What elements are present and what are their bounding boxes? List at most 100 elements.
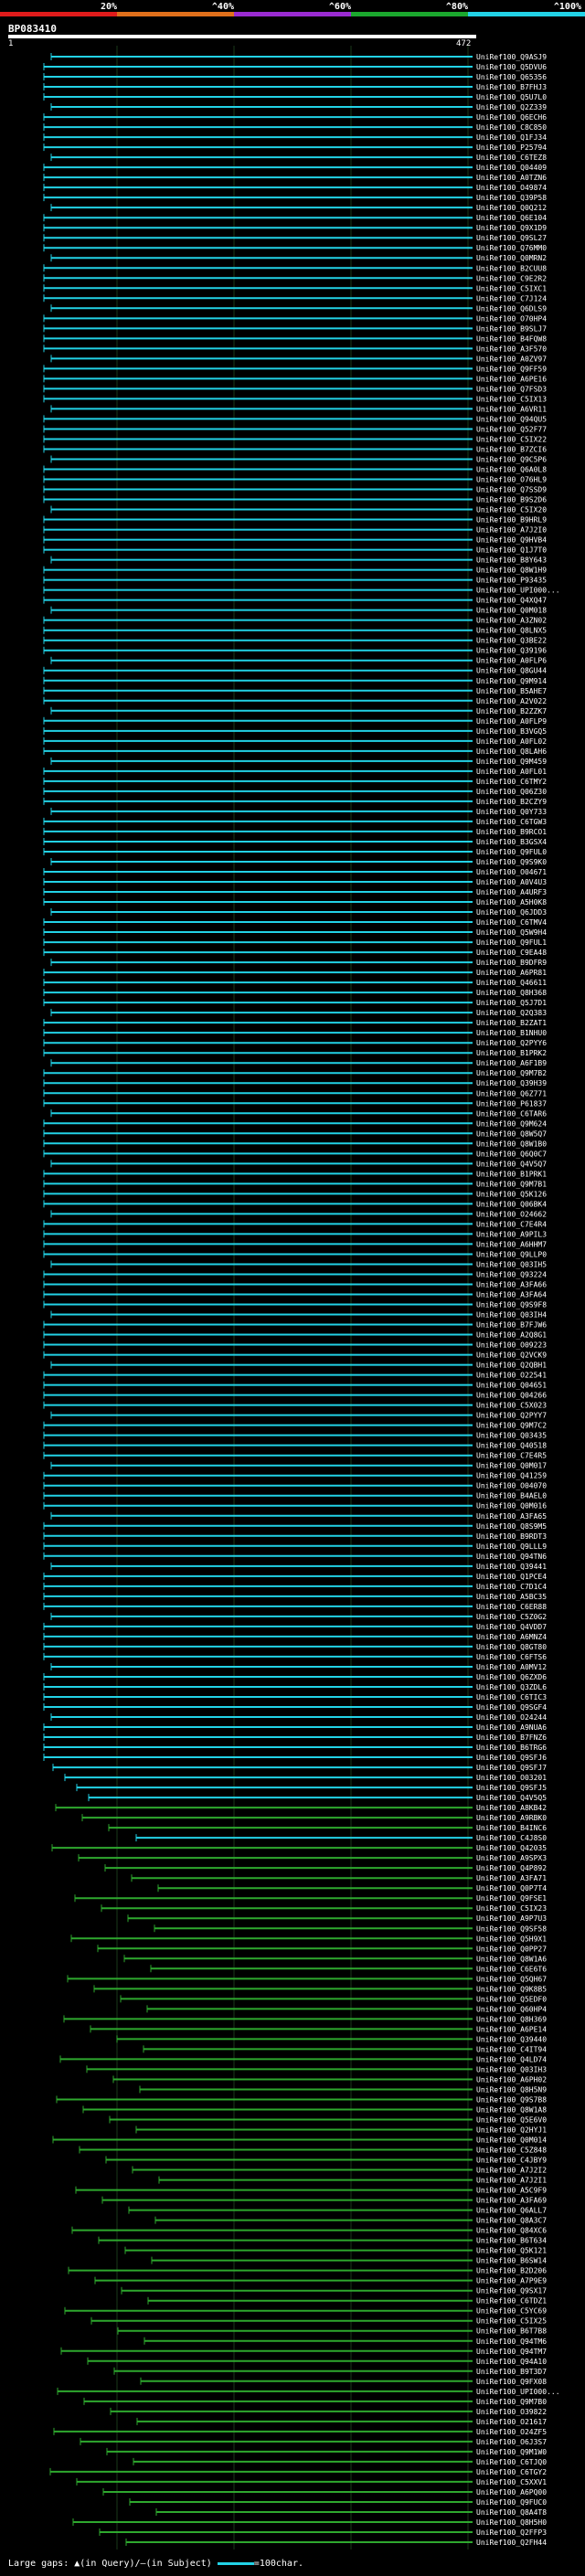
hit-label[interactable]: UniRef100_C5IX22 (476, 435, 547, 443)
hit-label[interactable]: UniRef100_Q39441 (476, 1563, 547, 1571)
hit-label[interactable]: UniRef100_A0MV12 (476, 1663, 547, 1671)
hit-label[interactable]: UniRef100_Q94TN6 (476, 1553, 547, 1561)
hit-label[interactable]: UniRef100_C5XXV1 (476, 2478, 547, 2486)
hit-label[interactable]: UniRef100_Q5DVU6 (476, 63, 547, 71)
hit-label[interactable]: UniRef100_Q8H369 (476, 2015, 547, 2023)
hit-label[interactable]: UniRef100_C6ER88 (476, 1603, 547, 1611)
hit-label[interactable]: UniRef100_B1PRK1 (476, 1170, 547, 1178)
hit-label[interactable]: UniRef100_B7FHJ3 (476, 83, 547, 91)
hit-label[interactable]: UniRef100_A3F570 (476, 345, 547, 353)
hit-label[interactable]: UniRef100_Q03435 (476, 1432, 547, 1440)
hit-label[interactable]: UniRef100_Q4P892 (476, 1864, 547, 1872)
hit-label[interactable]: UniRef100_C9EA48 (476, 949, 547, 957)
hit-label[interactable]: UniRef100_C5IX20 (476, 506, 547, 514)
hit-label[interactable]: UniRef100_Q03IH5 (476, 1260, 547, 1268)
hit-label[interactable]: UniRef100_Q9FUL0 (476, 848, 547, 856)
hit-label[interactable]: UniRef100_A5H0K8 (476, 898, 547, 906)
hit-label[interactable]: UniRef100_A7P9E9 (476, 2277, 547, 2285)
hit-label[interactable]: UniRef100_A0V4U3 (476, 878, 547, 886)
hit-label[interactable]: UniRef100_A7J2I1 (476, 2177, 547, 2185)
hit-label[interactable]: UniRef100_C8C850 (476, 123, 547, 132)
hit-label[interactable]: UniRef100_Q5QH67 (476, 1975, 547, 1983)
hit-label[interactable]: UniRef100_Q5J7D1 (476, 999, 547, 1007)
hit-label[interactable]: UniRef100_Q9K8B5 (476, 1985, 547, 1993)
hit-label[interactable]: UniRef100_A9RBK0 (476, 1814, 547, 1822)
hit-label[interactable]: UniRef100_Q9M914 (476, 677, 547, 685)
hit-label[interactable]: UniRef100_O39822 (476, 2408, 547, 2416)
hit-label[interactable]: UniRef100_Q94TM7 (476, 2348, 547, 2356)
hit-label[interactable]: UniRef100_Q5U7L0 (476, 93, 547, 101)
hit-label[interactable]: UniRef100_Q6Z771 (476, 1089, 547, 1097)
hit-label[interactable]: UniRef100_Q8W1B0 (476, 1140, 547, 1148)
hit-label[interactable]: UniRef100_Q4XQ47 (476, 597, 547, 605)
hit-label[interactable]: UniRef100_A0FLP6 (476, 657, 547, 665)
hit-label[interactable]: UniRef100_Q9SFJ6 (476, 1754, 547, 1762)
hit-label[interactable]: UniRef100_B3VGQ5 (476, 727, 547, 736)
hit-label[interactable]: UniRef100_B6SW14 (476, 2257, 547, 2265)
hit-label[interactable]: UniRef100_Q03IH4 (476, 1311, 547, 1320)
hit-label[interactable]: UniRef100_Q6ECH6 (476, 113, 547, 122)
hit-label[interactable]: UniRef100_O70HP4 (476, 314, 547, 323)
hit-label[interactable]: UniRef100_C6TEZ8 (476, 154, 547, 162)
hit-label[interactable]: UniRef100_Q3ZDL6 (476, 1683, 547, 1691)
hit-label[interactable]: UniRef100_B4AEL0 (476, 1492, 547, 1500)
hit-label[interactable]: UniRef100_Q8GT80 (476, 1643, 547, 1651)
hit-label[interactable]: UniRef100_C6TDZ1 (476, 2297, 547, 2306)
hit-label[interactable]: UniRef100_Q0P7T4 (476, 1884, 547, 1892)
hit-label[interactable]: UniRef100_Q46611 (476, 979, 547, 987)
hit-label[interactable]: UniRef100_UPI000... (476, 2388, 560, 2396)
hit-label[interactable]: UniRef100_C9E2R2 (476, 274, 547, 282)
hit-label[interactable]: UniRef100_A6MNZ4 (476, 1633, 547, 1641)
hit-label[interactable]: UniRef100_Q9FF59 (476, 365, 547, 373)
hit-label[interactable]: UniRef100_Q9HVB4 (476, 536, 547, 545)
hit-label[interactable]: UniRef100_O6J3S7 (476, 2438, 547, 2446)
hit-label[interactable]: UniRef100_C6TIC3 (476, 1693, 547, 1701)
hit-label[interactable]: UniRef100_Q9LLP0 (476, 1250, 547, 1258)
hit-label[interactable]: UniRef100_Q04651 (476, 1382, 547, 1390)
hit-label[interactable]: UniRef100_B9RCO1 (476, 828, 547, 836)
hit-label[interactable]: UniRef100_O24ZF5 (476, 2428, 547, 2436)
hit-label[interactable]: UniRef100_B4FQW8 (476, 334, 547, 343)
hit-label[interactable]: UniRef100_B2D206 (476, 2267, 547, 2275)
hit-label[interactable]: UniRef100_Q2VCK9 (476, 1352, 547, 1360)
hit-label[interactable]: UniRef100_Q2HYJ1 (476, 2126, 547, 2135)
hit-label[interactable]: UniRef100_Q0MRN2 (476, 254, 547, 262)
hit-label[interactable]: UniRef100_A5C9F9 (476, 2187, 547, 2195)
hit-label[interactable]: UniRef100_C5Z0G2 (476, 1613, 547, 1621)
hit-label[interactable]: UniRef100_A7J2I2 (476, 2167, 547, 2175)
hit-label[interactable]: UniRef100_Q0Y733 (476, 808, 547, 816)
hit-label[interactable]: UniRef100_Q39H39 (476, 1079, 547, 1087)
hit-label[interactable]: UniRef100_B9HRL9 (476, 516, 547, 525)
hit-label[interactable]: UniRef100_C6FTS6 (476, 1653, 547, 1661)
hit-label[interactable]: UniRef100_Q6Q0C7 (476, 1150, 547, 1158)
hit-label[interactable]: UniRef100_P25794 (476, 143, 547, 152)
hit-label[interactable]: UniRef100_UPI000... (476, 587, 560, 595)
hit-label[interactable]: UniRef100_Q9SGF4 (476, 1703, 547, 1712)
hit-label[interactable]: UniRef100_Q6E104 (476, 214, 547, 222)
hit-label[interactable]: UniRef100_C7D1C4 (476, 1583, 547, 1591)
hit-label[interactable]: UniRef100_O76HL9 (476, 476, 547, 484)
hit-label[interactable]: UniRef100_Q9SX17 (476, 2287, 547, 2295)
hit-label[interactable]: UniRef100_Q9LLL9 (476, 1542, 547, 1551)
hit-label[interactable]: UniRef100_Q60HP4 (476, 2005, 547, 2013)
hit-label[interactable]: UniRef100_B9DFR9 (476, 959, 547, 967)
hit-label[interactable]: UniRef100_Q8H368 (476, 989, 547, 997)
hit-label[interactable]: UniRef100_B2ZAT1 (476, 1019, 547, 1027)
hit-label[interactable]: UniRef100_Q0Q212 (476, 204, 547, 212)
hit-label[interactable]: UniRef100_Q9M624 (476, 1119, 547, 1128)
hit-label[interactable]: UniRef100_Q94QU5 (476, 415, 547, 423)
hit-label[interactable]: UniRef100_B9T3D7 (476, 2368, 547, 2376)
hit-label[interactable]: UniRef100_C6TGY2 (476, 2468, 547, 2476)
hit-label[interactable]: UniRef100_Q9SFJ5 (476, 1784, 547, 1792)
hit-label[interactable]: UniRef100_Q2Z339 (476, 103, 547, 111)
hit-label[interactable]: UniRef100_Q9M7B0 (476, 2398, 547, 2406)
hit-label[interactable]: UniRef100_B6T7B8 (476, 2327, 547, 2336)
hit-label[interactable]: UniRef100_Q9S7B8 (476, 2095, 547, 2104)
hit-label[interactable]: UniRef100_C6E6T6 (476, 1965, 547, 1973)
hit-label[interactable]: UniRef100_A9P7U3 (476, 1914, 547, 1923)
hit-label[interactable]: UniRef100_B2CUU8 (476, 264, 547, 272)
hit-label[interactable]: UniRef100_Q8LAH6 (476, 747, 547, 756)
hit-label[interactable]: UniRef100_C5Z848 (476, 2147, 547, 2155)
hit-label[interactable]: UniRef100_C4IT94 (476, 2045, 547, 2053)
hit-label[interactable]: UniRef100_A3FA71 (476, 1874, 547, 1882)
